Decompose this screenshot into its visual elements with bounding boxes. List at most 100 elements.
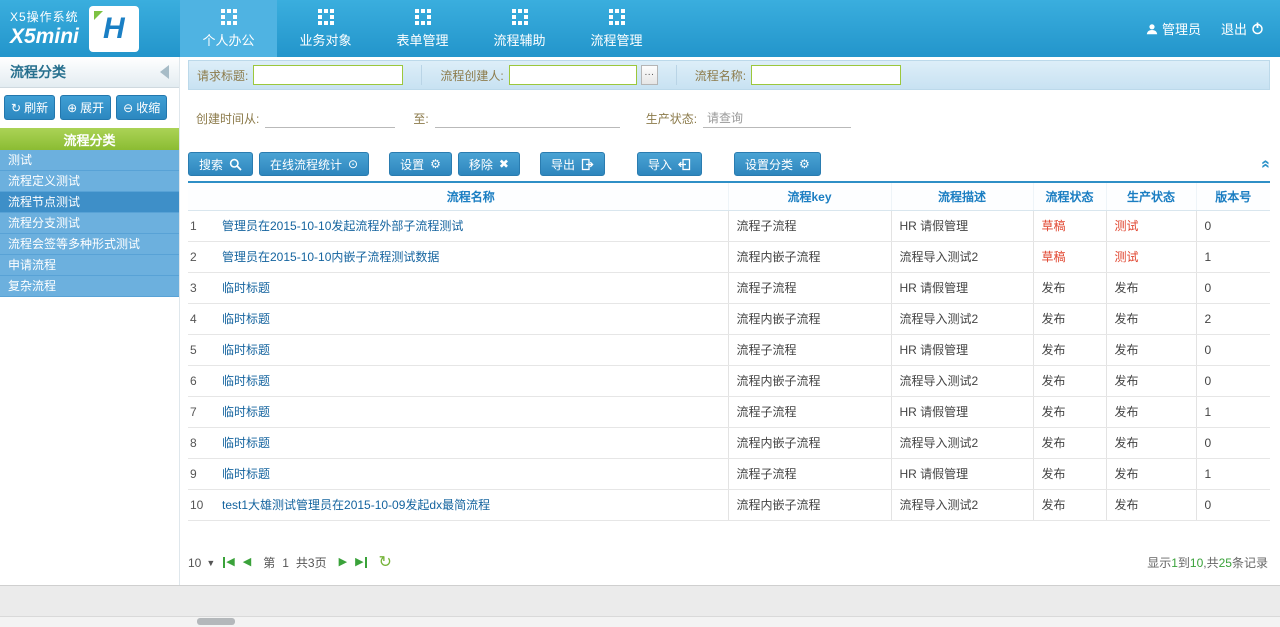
gear-icon: ⚙ [799,158,810,170]
process-management-icon [609,9,625,25]
version-cell: 1 [1196,241,1270,272]
panel-collapse-up-icon[interactable]: » [1258,160,1274,169]
sidebar-item-process-definition-test[interactable]: 流程定义测试 [0,171,179,192]
export-button[interactable]: 导出 [540,152,605,176]
flow-key-cell: 流程子流程 [728,210,891,241]
export-icon [581,158,594,171]
flow-status-cell: 发布 [1033,365,1106,396]
creator-input[interactable] [509,65,637,85]
filter-bar: 请求标题: 流程创建人: ··· 流程名称: [188,60,1270,90]
page-number[interactable]: 1 [282,556,289,570]
row-number: 8 [188,427,214,458]
sidebar-item-process-branch-test[interactable]: 流程分支测试 [0,213,179,234]
version-cell: 2 [1196,303,1270,334]
last-page-button[interactable]: ▶ [355,557,366,568]
flow-desc-cell: HR 请假管理 [891,396,1033,427]
screen: X5操作系统 X5mini H 个人办公 业务对象 表单管理 流程辅助 [0,0,1280,627]
sidebar-item-apply-process[interactable]: 申请流程 [0,255,179,276]
online-process-stats-button[interactable]: 在线流程统计 ⊙ [259,152,369,176]
creator-label: 流程创建人: [440,67,503,84]
flow-name-link[interactable]: 临时标题 [222,281,270,295]
prod-status-cell: 测试 [1106,210,1196,241]
flow-name-input[interactable] [751,65,901,85]
sidebar-item-process-node-test[interactable]: 流程节点测试 [0,192,179,213]
page-size-select[interactable]: 10 ▼ [188,556,215,570]
flow-name-link[interactable]: 临时标题 [222,436,270,450]
flow-status-cell: 发布 [1033,427,1106,458]
collapse-button[interactable]: ⊖ 收缩 [116,95,167,120]
flow-name-link[interactable]: 管理员在2015-10-10内嵌子流程测试数据 [222,250,439,264]
footer [0,585,1280,627]
flow-name-link[interactable]: 临时标题 [222,343,270,357]
request-title-input[interactable] [253,65,403,85]
search-button[interactable]: 搜索 [188,152,253,176]
horizontal-scrollbar[interactable] [0,616,1280,627]
prod-status-input[interactable] [703,110,851,128]
flow-desc-cell: 流程导入测试2 [891,427,1033,458]
remove-button[interactable]: 移除 ✖ [458,152,520,176]
record-summary: 显示1到10,共25条记录 [1147,554,1270,571]
pager-refresh-icon[interactable]: ↻ [379,555,392,571]
caret-down-icon: ▼ [206,558,215,568]
version-cell: 0 [1196,427,1270,458]
flow-status-cell: 发布 [1033,303,1106,334]
sidebar-item-test[interactable]: 测试 [0,150,179,171]
version-cell: 1 [1196,458,1270,489]
panel-collapse-arrow-icon[interactable] [160,65,169,79]
flow-name-link[interactable]: 临时标题 [222,467,270,481]
sidebar-item-process-countersign-test[interactable]: 流程会签等多种形式测试 [0,234,179,255]
header-flow-name: 流程名称 [214,182,728,210]
pagination-bar: 10 ▼ ◀ ◀ 第 1 共3页 ▶ ▶ ↻ 显示1到10,共25条记录 [188,547,1270,579]
app-logo: H [89,6,139,52]
creator-picker-button[interactable]: ··· [641,65,658,85]
prod-status-cell: 发布 [1106,272,1196,303]
nav-tab-form-management[interactable]: 表单管理 [374,0,471,57]
settings-button[interactable]: 设置 ⚙ [389,152,452,176]
nav-tab-process-assist[interactable]: 流程辅助 [471,0,568,57]
table-row: 7 临时标题 流程子流程 HR 请假管理 发布 发布 1 [188,396,1270,427]
scrollbar-thumb[interactable] [197,618,235,625]
flow-name-link[interactable]: 临时标题 [222,312,270,326]
table-row: 5 临时标题 流程子流程 HR 请假管理 发布 发布 0 [188,334,1270,365]
next-page-button[interactable]: ▶ [339,557,347,568]
flow-desc-cell: 流程导入测试2 [891,365,1033,396]
nav-tab-process-management[interactable]: 流程管理 [568,0,665,57]
refresh-button[interactable]: ↻ 刷新 [4,95,55,120]
first-page-button[interactable]: ◀ [223,557,234,568]
sidebar-toolbar: ↻ 刷新 ⊕ 展开 ⊖ 收缩 [0,88,179,128]
created-to-input[interactable] [435,110,620,128]
flow-name-link[interactable]: test1大雄测试管理员在2015-10-09发起dx最简流程 [222,498,490,512]
flow-desc-cell: HR 请假管理 [891,334,1033,365]
flow-key-cell: 流程内嵌子流程 [728,241,891,272]
search-icon [229,158,242,171]
flow-name-link[interactable]: 临时标题 [222,405,270,419]
logout-button[interactable]: 退出 [1221,19,1264,38]
prod-status-cell: 发布 [1106,365,1196,396]
flow-name-link[interactable]: 管理员在2015-10-10发起流程外部子流程测试 [222,219,463,233]
flow-name-link[interactable]: 临时标题 [222,374,270,388]
sidebar-item-complex-process[interactable]: 复杂流程 [0,276,179,297]
flow-key-cell: 流程内嵌子流程 [728,365,891,396]
created-from-label: 创建时间从: [196,110,259,127]
import-button[interactable]: 导入 [637,152,702,176]
nav-tab-business-objects[interactable]: 业务对象 [277,0,374,57]
prev-page-button[interactable]: ◀ [243,557,251,568]
expand-icon: ⊕ [67,101,77,115]
flow-status-cell: 草稿 [1033,210,1106,241]
filter-row-2: 创建时间从: 至: 生产状态: [188,90,1270,147]
flow-name-label: 流程名称: [695,67,746,84]
row-number: 1 [188,210,214,241]
created-to-label: 至: [413,110,428,127]
header-flow-key: 流程key [728,182,891,210]
flow-desc-cell: 流程导入测试2 [891,303,1033,334]
created-from-input[interactable] [265,110,395,128]
set-category-button[interactable]: 设置分类 ⚙ [734,152,821,176]
expand-button[interactable]: ⊕ 展开 [60,95,111,120]
prod-status-cell: 发布 [1106,334,1196,365]
current-user[interactable]: 管理员 [1146,19,1201,38]
table-row: 1 管理员在2015-10-10发起流程外部子流程测试 流程子流程 HR 请假管… [188,210,1270,241]
import-icon [678,158,691,171]
nav-tab-personal-office[interactable]: 个人办公 [180,0,277,57]
request-title-label: 请求标题: [197,67,248,84]
page-label: 第 [263,554,275,571]
